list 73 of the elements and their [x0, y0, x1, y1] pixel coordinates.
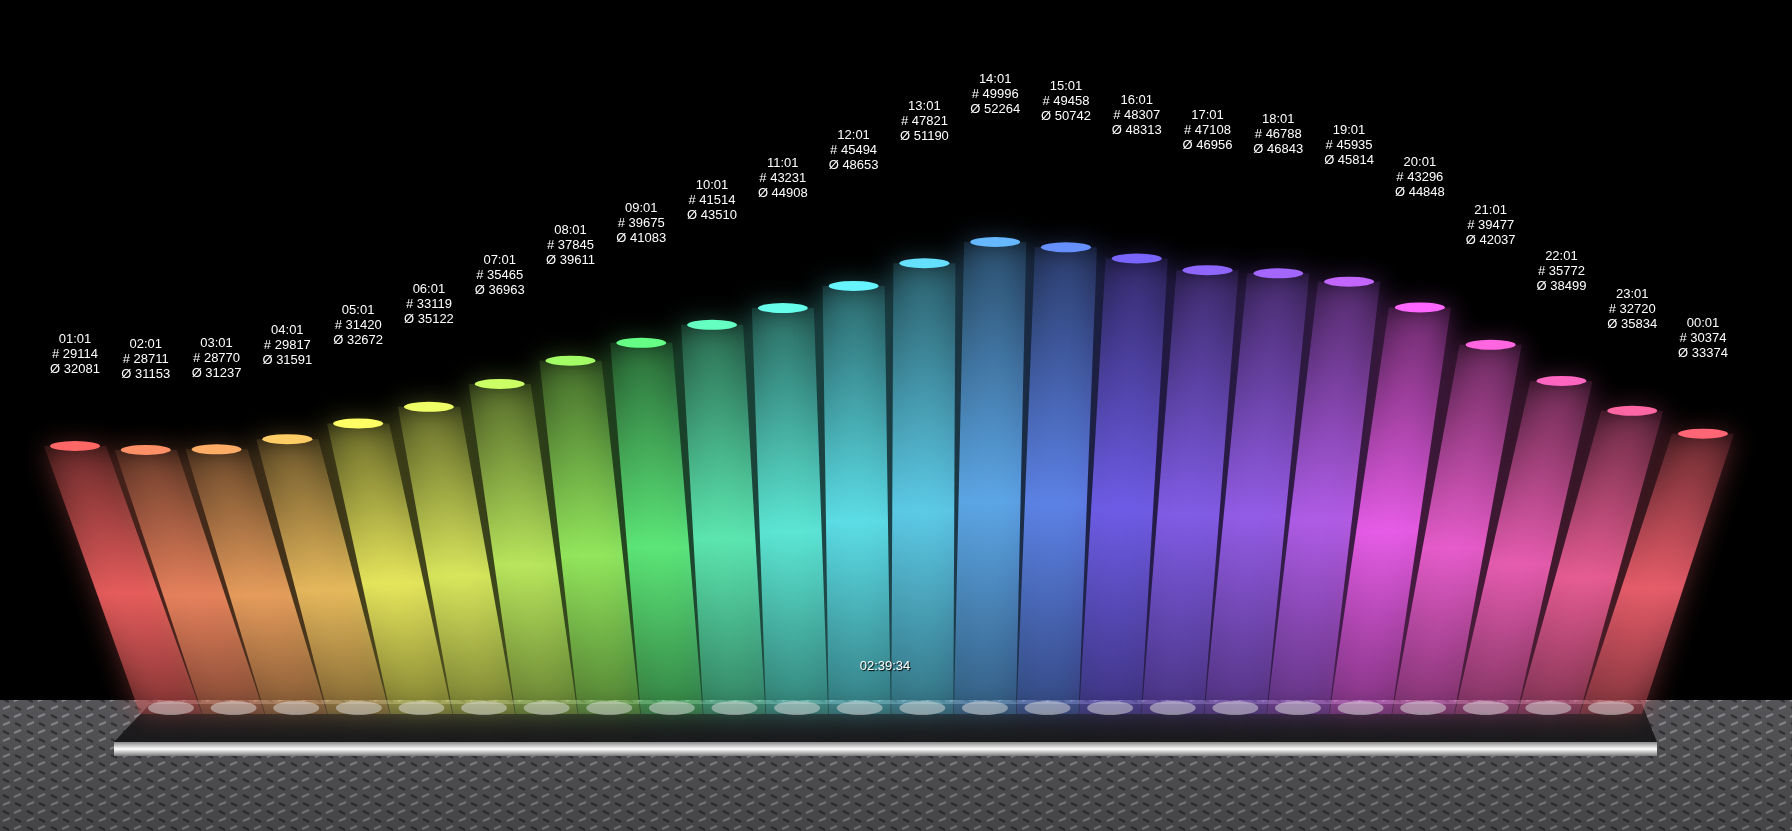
- hour-label: 09:01: [623, 199, 659, 215]
- average-label: Ø 31591: [262, 352, 313, 368]
- hour-label: 00:01: [1685, 315, 1721, 331]
- hour-label: 23:01: [1614, 286, 1650, 302]
- hour-label: 18:01: [1261, 110, 1296, 126]
- average-label: Ø 39611: [546, 252, 595, 268]
- average-label: Ø 45814: [1324, 151, 1374, 167]
- count-label: # 48307: [1112, 107, 1162, 122]
- hour-label: 14:01: [977, 71, 1013, 86]
- average-label: Ø 32672: [333, 332, 384, 348]
- average-label: Ø 44908: [757, 185, 808, 201]
- hour-label: 03:01: [199, 335, 234, 351]
- count-label: # 39477: [1466, 216, 1516, 232]
- count-label: # 45494: [829, 142, 879, 158]
- count-label: # 37845: [546, 237, 595, 253]
- count-label: # 28711: [121, 351, 170, 366]
- average-label: Ø 48653: [828, 157, 879, 173]
- hour-label: 07:01: [482, 251, 517, 267]
- average-label: Ø 44848: [1394, 184, 1445, 200]
- average-label: Ø 33374: [1678, 345, 1728, 361]
- count-label: # 43296: [1395, 169, 1445, 185]
- hour-label: 22:01: [1544, 248, 1579, 264]
- average-label: Ø 38499: [1536, 278, 1587, 294]
- average-label: Ø 36963: [474, 281, 525, 297]
- average-label: Ø 35834: [1607, 316, 1658, 332]
- count-label: # 30374: [1678, 330, 1728, 346]
- average-label: Ø 32081: [50, 361, 100, 376]
- hour-label: 08:01: [553, 222, 588, 238]
- hour-label: 13:01: [907, 98, 942, 114]
- count-label: # 46788: [1253, 125, 1303, 141]
- average-label: Ø 42037: [1465, 231, 1516, 247]
- hour-label: 05:01: [340, 302, 376, 318]
- count-label: # 47108: [1183, 121, 1232, 137]
- average-label: Ø 35122: [403, 311, 454, 327]
- average-label: Ø 48313: [1111, 122, 1162, 137]
- clock-time: 02:39:34: [859, 658, 911, 673]
- count-label: # 45935: [1324, 136, 1374, 152]
- hour-label: 20:01: [1402, 154, 1438, 170]
- count-label: # 49458: [1041, 92, 1091, 108]
- hour-label: 15:01: [1048, 77, 1084, 93]
- average-label: Ø 51190: [899, 128, 949, 144]
- hour-label: 11:01: [766, 155, 800, 171]
- average-label: Ø 46843: [1253, 140, 1304, 156]
- count-label: # 33119: [404, 296, 453, 312]
- average-label: Ø 50742: [1041, 107, 1091, 123]
- hour-label: 21:01: [1473, 201, 1508, 217]
- count-label: # 29114: [51, 346, 99, 361]
- count-label: # 35772: [1536, 263, 1586, 279]
- hour-label: 04:01: [270, 322, 305, 338]
- hour-label: 12:01: [836, 127, 871, 143]
- count-label: # 39675: [616, 214, 666, 230]
- hour-label: 16:01: [1119, 92, 1154, 107]
- hour-label: 10:01: [694, 176, 730, 192]
- average-label: Ø 46956: [1182, 136, 1233, 152]
- hour-label: 17:01: [1190, 106, 1225, 122]
- count-label: # 31420: [333, 317, 383, 333]
- hour-label: 02:01: [128, 336, 164, 351]
- hour-label: 01:01: [57, 331, 93, 346]
- count-label: # 35465: [475, 266, 525, 282]
- count-label: # 49996: [970, 86, 1020, 101]
- count-label: # 47821: [899, 113, 949, 129]
- count-label: # 29817: [262, 337, 312, 353]
- count-label: # 32720: [1607, 301, 1657, 317]
- average-label: Ø 43510: [687, 206, 737, 222]
- average-label: Ø 31153: [121, 366, 171, 381]
- count-label: # 41514: [687, 191, 737, 207]
- hour-label: 06:01: [411, 281, 447, 297]
- average-label: Ø 41083: [616, 229, 667, 245]
- count-label: # 28770: [192, 350, 242, 366]
- hour-label: 19:01: [1331, 121, 1367, 137]
- average-label: Ø 52264: [970, 101, 1021, 116]
- count-label: # 43231: [758, 170, 808, 186]
- average-label: Ø 31237: [191, 365, 242, 381]
